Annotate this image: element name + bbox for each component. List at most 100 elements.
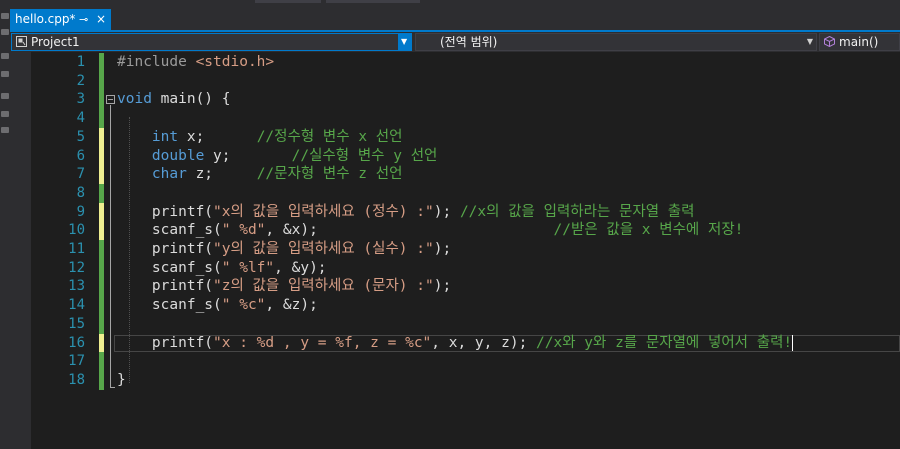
code-token: ); <box>433 278 452 295</box>
outline-line <box>110 105 111 387</box>
line-number: 11 <box>68 241 85 257</box>
code-line[interactable]: printf("x : %d , y = %f, z = %c", x, y, … <box>117 334 794 353</box>
code-line[interactable]: char z; //문자형 변수 z 선언 <box>117 165 403 184</box>
line-number: 12 <box>68 259 85 276</box>
code-token: <stdio.h> <box>195 54 275 70</box>
code-token: , &z); <box>265 297 318 314</box>
line-number: 5 <box>76 128 85 145</box>
code-token: //x와 y와 z를 문자열에 넣어서 출력! <box>536 334 793 351</box>
tool-strip-tab[interactable] <box>1 29 9 35</box>
tool-strip-tab[interactable] <box>1 53 9 59</box>
line-number: 18 <box>68 371 85 388</box>
line-number: 13 <box>68 278 85 295</box>
code-token: void <box>117 91 152 108</box>
tab-title: hello.cpp* <box>15 12 76 26</box>
code-token: ); <box>433 241 452 257</box>
code-line[interactable]: printf("y의 값을 입력하세요 (실수) :"); <box>117 240 451 259</box>
code-token: //문자형 변수 z 선언 <box>256 166 403 183</box>
code-token: , &y); <box>274 259 327 276</box>
member-dropdown[interactable]: main() <box>819 33 900 51</box>
code-token: y; <box>204 147 292 164</box>
change-marker <box>99 165 104 185</box>
editor-margin <box>10 52 31 449</box>
tool-strip-tab[interactable] <box>1 13 9 19</box>
line-number: 10 <box>68 222 85 239</box>
code-token: " %lf" <box>221 259 275 276</box>
code-line[interactable]: #include <stdio.h> <box>117 53 274 72</box>
close-icon[interactable]: × <box>96 9 106 30</box>
tool-strip-tab[interactable] <box>1 111 9 117</box>
member-label: main() <box>839 35 879 49</box>
change-marker <box>99 109 104 129</box>
code-token: int <box>151 128 179 145</box>
code-token: main() { <box>151 91 231 108</box>
line-number: 17 <box>68 353 85 370</box>
tool-strip-tab[interactable] <box>1 71 9 77</box>
scope-label: (전역 범위) <box>440 35 498 49</box>
tool-strip-tab[interactable] <box>1 127 9 133</box>
pin-icon[interactable]: ⊸ <box>79 9 88 30</box>
line-number: 16 <box>68 334 85 351</box>
code-token: printf( <box>117 203 214 220</box>
function-cube-icon <box>824 36 835 47</box>
outline-end <box>110 387 115 388</box>
code-editor[interactable]: 1 2 3 4 5 6 7 8 9 10 11 12 13 14 15 16 17 18 #include <st… <box>10 52 900 449</box>
code-token: "z의 값을 입력하세요 (문자) :" <box>213 278 434 295</box>
tool-strip-tab[interactable] <box>1 93 9 99</box>
code-token: "y의 값을 입력하세요 (실수) :" <box>213 241 434 257</box>
window-top-strip <box>0 0 900 9</box>
chevron-down-icon[interactable]: ▼ <box>398 34 411 50</box>
code-line[interactable]: } <box>117 371 126 390</box>
chevron-down-icon[interactable]: ▼ <box>807 34 813 50</box>
code-token: scanf_s( <box>117 222 222 239</box>
change-marker <box>99 71 104 91</box>
change-marker <box>99 314 104 334</box>
code-token: scanf_s( <box>117 259 222 276</box>
change-marker <box>99 90 104 110</box>
code-token: printf( <box>117 241 214 257</box>
line-number: 4 <box>76 110 85 127</box>
code-line[interactable]: void main() { <box>117 90 231 109</box>
change-marker <box>99 53 104 72</box>
tab-hello-cpp[interactable]: hello.cpp* ⊸ × <box>10 9 111 30</box>
scope-dropdown[interactable]: (전역 범위) ▼ <box>415 33 817 51</box>
code-token: double <box>151 147 205 164</box>
navigation-bar: Project1 ▼ (전역 범위) ▼ main() <box>10 32 900 52</box>
code-token: " %c" <box>221 297 266 314</box>
code-token: scanf_s( <box>117 297 222 314</box>
change-marker <box>99 146 104 166</box>
collapse-icon[interactable] <box>106 95 115 104</box>
code-line[interactable]: int x; //정수형 변수 x 선언 <box>117 128 403 147</box>
project-dropdown[interactable]: Project1 ▼ <box>11 33 412 51</box>
code-token: x; <box>178 128 257 145</box>
line-number: 8 <box>76 184 85 201</box>
line-number: 3 <box>76 91 85 108</box>
change-marker <box>99 277 104 297</box>
code-token: , x, y, z); <box>431 334 537 351</box>
code-line[interactable]: printf("z의 값을 입력하세요 (문자) :"); <box>117 277 451 296</box>
text-caret <box>792 334 794 351</box>
code-token: printf( <box>117 334 214 351</box>
line-number: 1 <box>76 54 85 70</box>
change-marker <box>99 221 104 241</box>
project-label: Project1 <box>31 35 80 49</box>
code-line[interactable]: scanf_s(" %d", &x); //받은 값을 x 변수에 저장! <box>117 221 744 240</box>
line-number: 7 <box>76 166 85 183</box>
change-marker <box>99 127 104 147</box>
change-marker <box>99 202 104 222</box>
code-token: char <box>151 166 187 183</box>
code-token: //x의 값을 입력하라는 문자열 출력 <box>459 203 695 220</box>
change-marker <box>99 352 104 372</box>
code-line[interactable]: scanf_s(" %lf", &y); <box>117 259 327 278</box>
change-marker <box>99 240 104 259</box>
code-line[interactable]: scanf_s(" %c", &z); <box>117 296 318 315</box>
line-number: 9 <box>76 203 85 220</box>
code-token: z; <box>186 166 257 183</box>
code-token: " %d" <box>221 222 266 239</box>
code-line[interactable]: double y; //실수형 변수 y 선언 <box>117 147 437 166</box>
code-line[interactable]: printf("x의 값을 입력하세요 (정수) :"); //x의 값을 입력… <box>117 203 695 222</box>
change-marker <box>99 370 104 390</box>
